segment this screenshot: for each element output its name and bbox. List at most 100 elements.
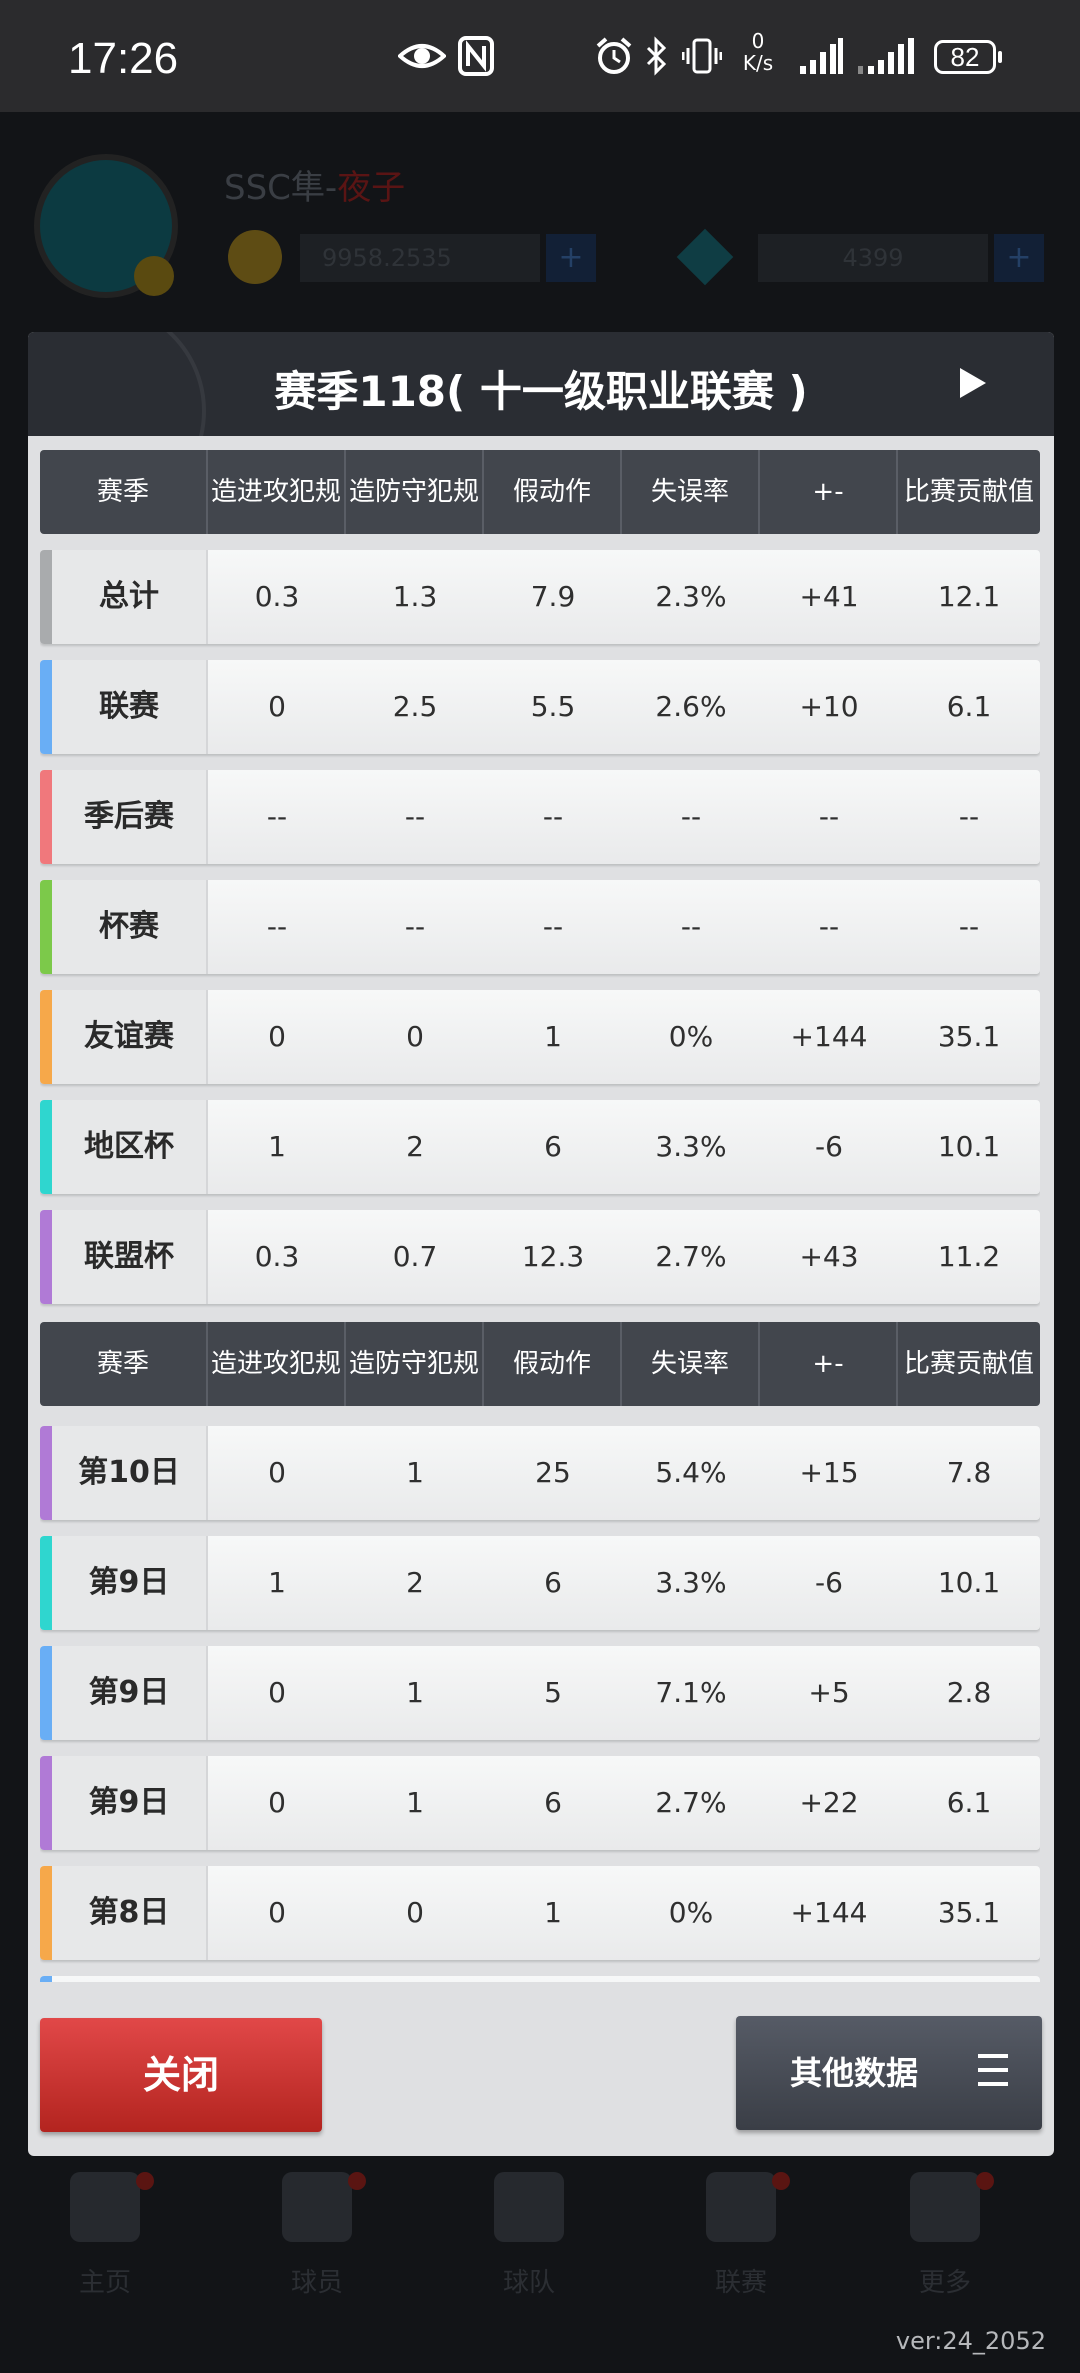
column-header: 造进攻犯规 xyxy=(208,450,346,534)
table-row[interactable]: 第9日 1 2 6 3.3% -6 10.1 xyxy=(40,1536,1040,1630)
table-row[interactable]: 地区杯 1 2 6 3.3% -6 10.1 xyxy=(40,1100,1040,1194)
row-label: 地区杯 xyxy=(52,1100,208,1194)
nav-team[interactable]: 球队 xyxy=(474,2172,584,2332)
team-icon xyxy=(494,2172,564,2242)
notification-dot xyxy=(136,2172,154,2190)
nav-home-label: 主页 xyxy=(78,2268,131,2298)
nav-more-label: 更多 xyxy=(918,2268,971,2298)
row-value: -- xyxy=(818,800,840,833)
row-value: +144 xyxy=(790,1020,868,1053)
row-value: -- xyxy=(542,910,564,943)
table-header: 赛季 造进攻犯规 造防守犯规 假动作 失误率 +- 比赛贡献值 xyxy=(40,1322,1040,1406)
row-label: 杯赛 xyxy=(52,880,208,974)
player-name-prefix: SSC隼- xyxy=(224,168,338,208)
nav-team-label: 球队 xyxy=(502,2268,555,2298)
row-value: 7.9 xyxy=(530,580,576,613)
table-row[interactable]: 总计 0.3 1.3 7.9 2.3% +41 12.1 xyxy=(40,550,1040,644)
table-row[interactable]: 友谊赛 0 0 1 0% +144 35.1 xyxy=(40,990,1040,1084)
add-diamond-button[interactable]: + xyxy=(994,234,1044,282)
row-value: 2 xyxy=(406,1566,424,1599)
row-value: 0 xyxy=(268,1456,286,1489)
row-value: 2.6% xyxy=(655,690,727,723)
nav-more[interactable]: 更多 xyxy=(890,2172,1000,2332)
row-color-marker xyxy=(40,1100,52,1194)
row-value: -- xyxy=(958,800,980,833)
row-value: 1 xyxy=(544,1020,562,1053)
row-label: 第10日 xyxy=(52,1426,208,1520)
table-row[interactable]: 第8日 0 0 1 0% +144 35.1 xyxy=(40,1866,1040,1960)
row-value: -- xyxy=(680,910,702,943)
player-name: SSC隼-夜子 xyxy=(224,160,405,209)
row-value: 5.5 xyxy=(530,690,576,723)
more-icon xyxy=(910,2172,980,2242)
row-value: 3.3% xyxy=(655,1566,727,1599)
row-color-marker xyxy=(40,1426,52,1520)
row-value: 11.2 xyxy=(937,1240,1001,1273)
nav-players[interactable]: 球员 xyxy=(262,2172,372,2332)
nfc-icon xyxy=(458,36,494,76)
stats-table-area[interactable]: 赛季 造进攻犯规 造防守犯规 假动作 失误率 +- 比赛贡献值 总计 0.3 1.3 7.9 2.3%… xyxy=(40,450,1040,1982)
row-value: 1 xyxy=(406,1786,424,1819)
net-speed-value: 0 xyxy=(751,29,765,53)
table-row[interactable]: 第9日 0 1 5 7.1% +5 2.8 xyxy=(40,1646,1040,1740)
row-value: 10.1 xyxy=(937,1130,1001,1163)
row-value: -- xyxy=(404,800,426,833)
nav-home[interactable]: 主页 xyxy=(50,2172,160,2332)
next-season-arrow-icon[interactable] xyxy=(960,368,986,398)
row-value: 25 xyxy=(535,1456,571,1489)
row-value: -6 xyxy=(815,1566,843,1599)
table-row[interactable]: 杯赛 -- -- -- -- -- -- xyxy=(40,880,1040,974)
row-value: 7.8 xyxy=(946,1456,992,1489)
add-gold-button[interactable]: + xyxy=(546,234,596,282)
nav-players-label: 球员 xyxy=(290,2268,343,2298)
row-value: 6.1 xyxy=(946,1786,992,1819)
row-value: -- xyxy=(266,800,288,833)
table-row[interactable]: 第9日 0 1 6 2.7% +22 6.1 xyxy=(40,1756,1040,1850)
row-value: -- xyxy=(680,800,702,833)
column-header: 造进攻犯规 xyxy=(208,1322,346,1406)
net-speed: 0 K/s xyxy=(738,30,778,74)
table-row[interactable]: 第10日 0 1 25 5.4% +15 7.8 xyxy=(40,1426,1040,1520)
row-value: 12.3 xyxy=(521,1240,585,1273)
row-color-marker xyxy=(40,880,52,974)
row-value: 10.1 xyxy=(937,1566,1001,1599)
row-value: +10 xyxy=(799,690,859,723)
row-color-marker xyxy=(40,1210,52,1304)
row-value: 3.3% xyxy=(655,1130,727,1163)
row-value: -- xyxy=(818,910,840,943)
row-value: 2.7% xyxy=(655,1786,727,1819)
column-header: 比赛贡献值 xyxy=(903,1349,1034,1379)
row-value: 0 xyxy=(406,1020,424,1053)
dialog-header: 赛季118( 十一级职业联赛 ) xyxy=(28,332,1054,436)
row-value: +144 xyxy=(790,1896,868,1929)
row-color-marker xyxy=(40,1536,52,1630)
row-label: 季后赛 xyxy=(52,770,208,864)
table-row[interactable]: 联赛 0 2.5 5.5 2.6% +10 6.1 xyxy=(40,660,1040,754)
table-row[interactable] xyxy=(40,1976,1040,1982)
row-value: 1 xyxy=(268,1566,286,1599)
nav-league[interactable]: 联赛 xyxy=(686,2172,796,2332)
row-value: 2.3% xyxy=(655,580,727,613)
table-row[interactable]: 季后赛 -- -- -- -- -- -- xyxy=(40,770,1040,864)
row-color-marker xyxy=(40,1646,52,1740)
player-name-suffix: 夜子 xyxy=(337,168,406,208)
other-data-button[interactable]: 其他数据 xyxy=(736,2016,1042,2130)
row-color-marker xyxy=(40,660,52,754)
row-value: +22 xyxy=(799,1786,859,1819)
row-label: 友谊赛 xyxy=(52,990,208,1084)
table-row[interactable]: 联盟杯 0.3 0.7 12.3 2.7% +43 11.2 xyxy=(40,1210,1040,1304)
column-header: 假动作 xyxy=(484,1322,622,1406)
column-header: 赛季 xyxy=(40,450,208,534)
alarm-icon xyxy=(596,37,632,74)
row-value: 0 xyxy=(268,1020,286,1053)
row-value: 6 xyxy=(544,1786,562,1819)
row-value: 5.4% xyxy=(655,1456,727,1489)
row-value: 6 xyxy=(544,1566,562,1599)
row-value: 1 xyxy=(544,1896,562,1929)
close-button[interactable]: 关闭 xyxy=(40,2018,322,2132)
diamond-icon xyxy=(676,228,734,286)
row-value: 5 xyxy=(544,1676,562,1709)
row-label: 第9日 xyxy=(52,1646,208,1740)
row-value: +15 xyxy=(799,1456,859,1489)
nav-league-label: 联赛 xyxy=(714,2268,767,2298)
